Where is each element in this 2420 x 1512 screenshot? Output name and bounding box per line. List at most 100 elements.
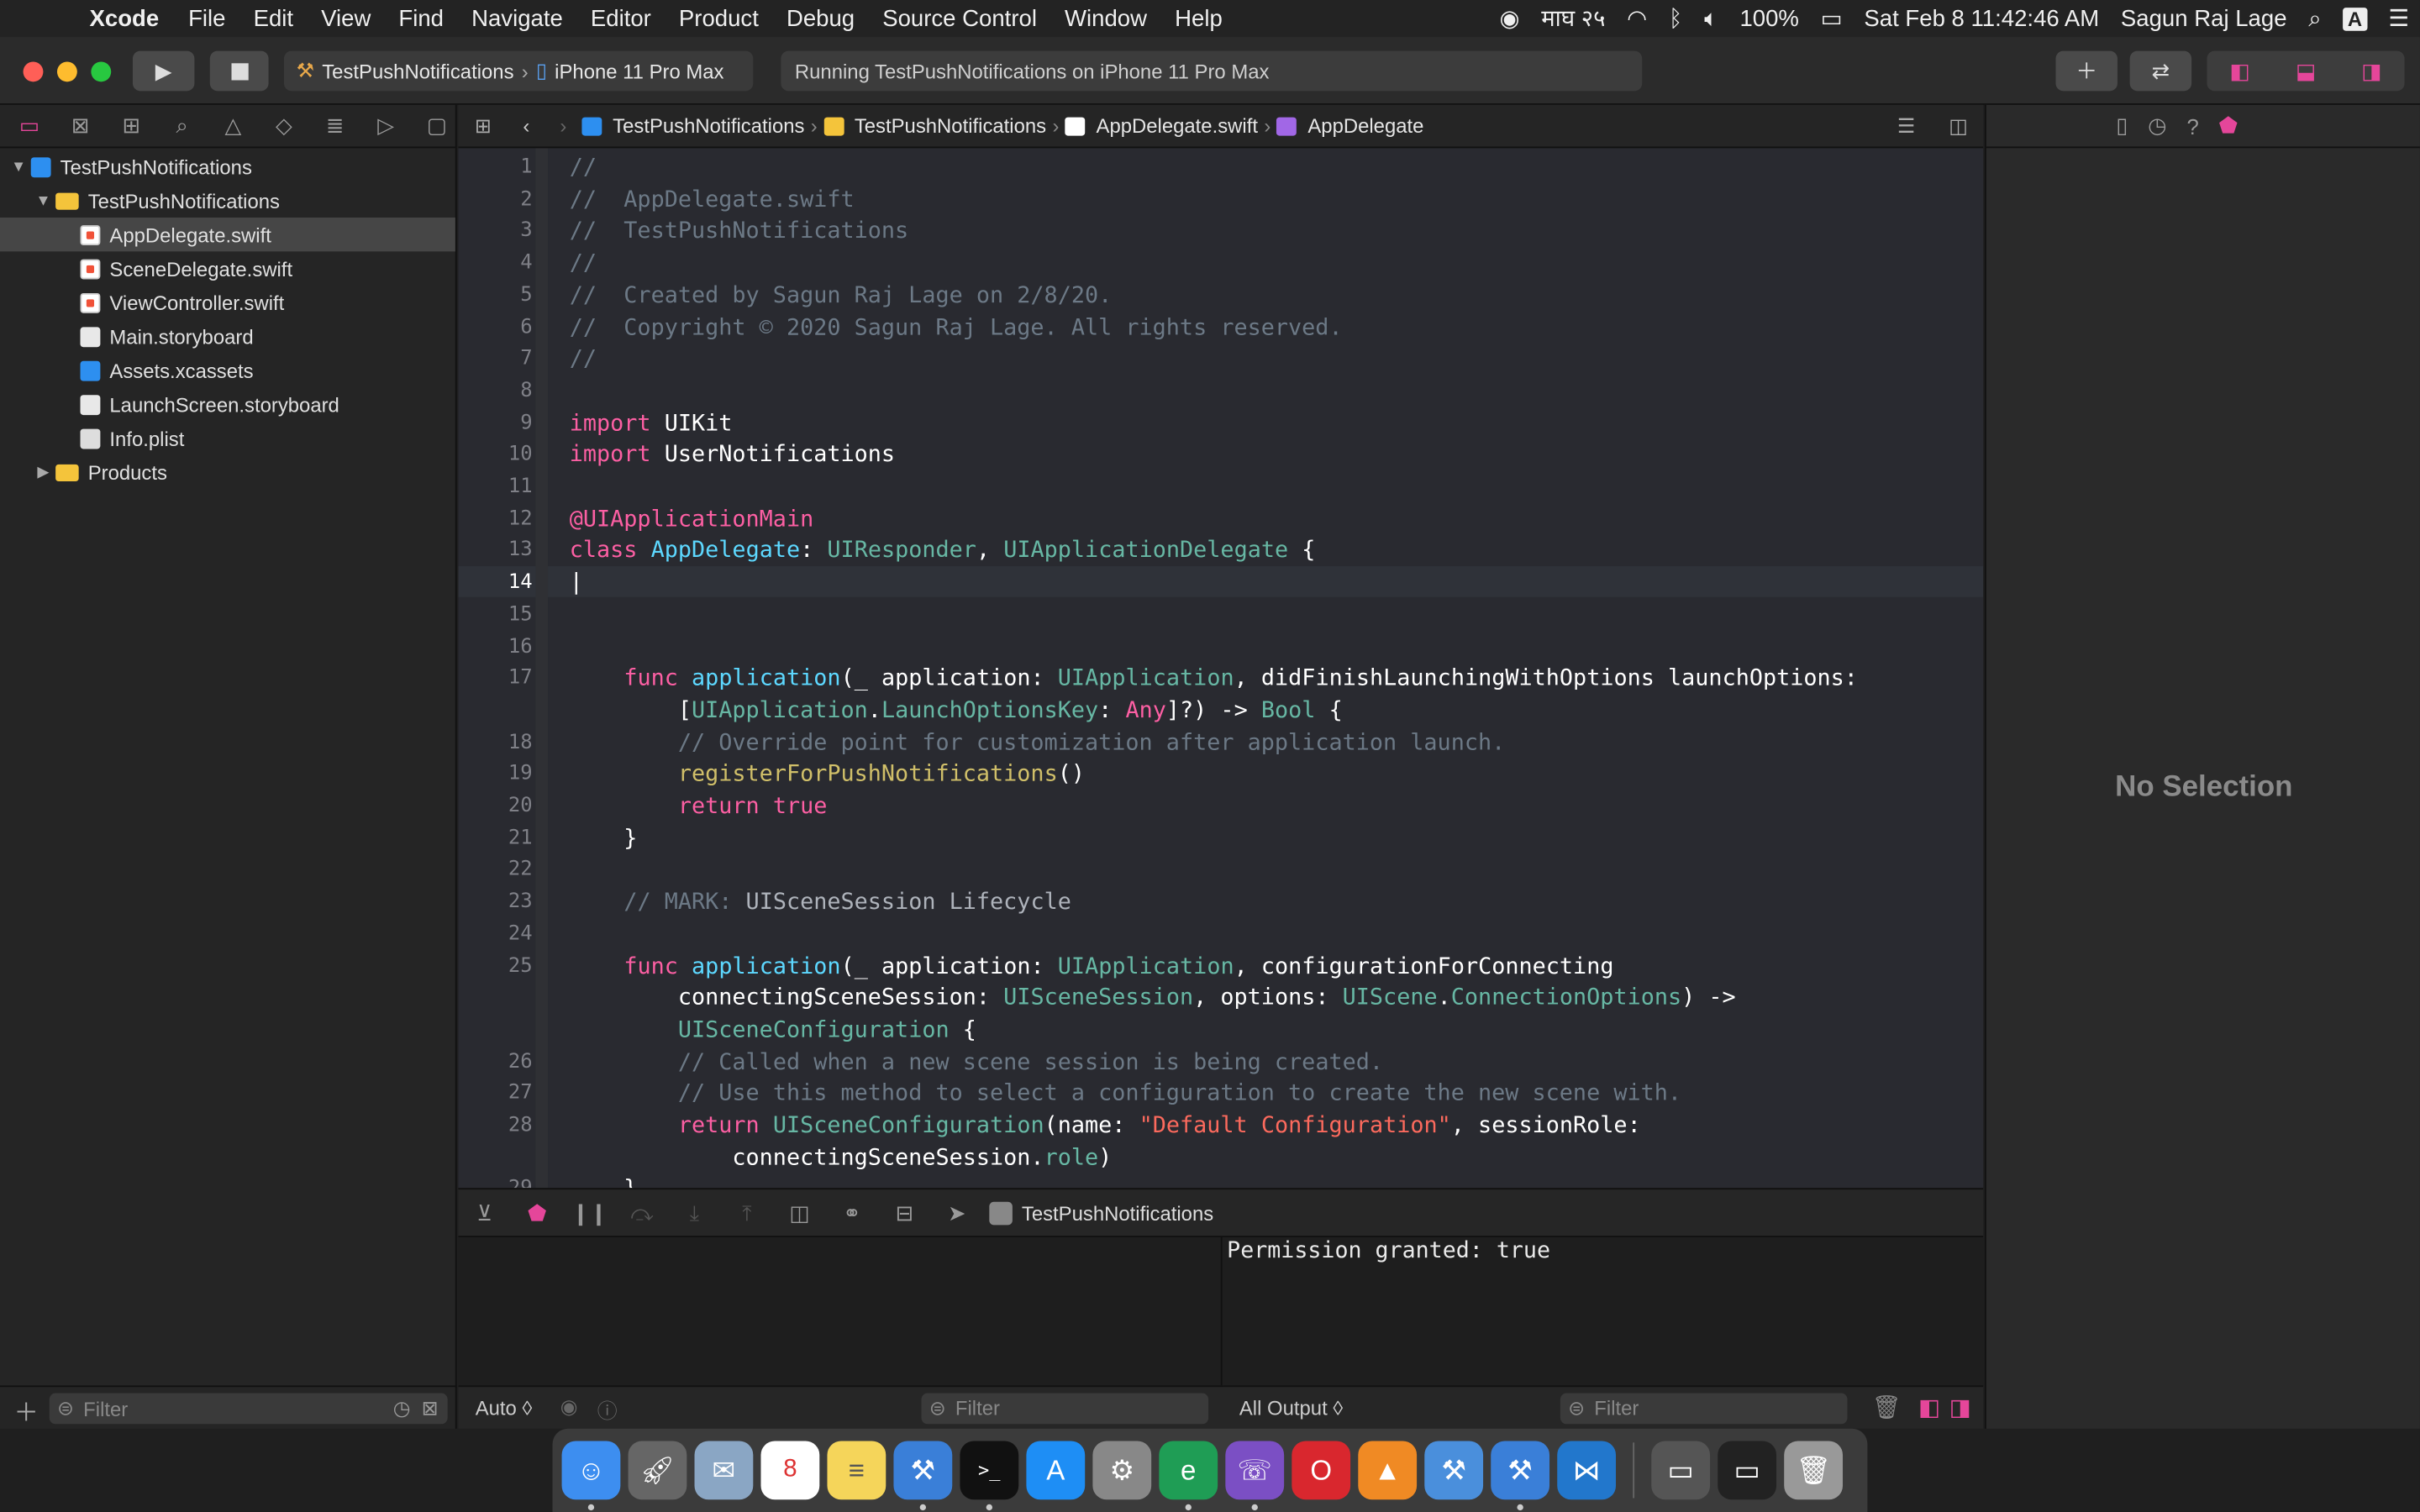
notes-icon[interactable]: ≡ [827, 1441, 886, 1500]
split-view-right-icon[interactable]: ◨ [1949, 1394, 1971, 1420]
code-line[interactable]: return true [570, 793, 828, 819]
user-name[interactable]: Sagun Raj Lage [2110, 5, 2297, 31]
trash-icon[interactable]: 🗑︎ [1784, 1441, 1844, 1500]
edge-dev-icon[interactable]: e [1159, 1441, 1218, 1511]
source-control-icon[interactable]: ⊠ [63, 112, 97, 139]
hide-debug-area-icon[interactable]: ⊻ [458, 1200, 510, 1226]
auto-selector[interactable]: Auto ◊ [476, 1396, 533, 1420]
code-line[interactable]: // AppDelegate.swift [570, 186, 855, 213]
test-icon[interactable]: ◇ [267, 112, 301, 139]
pause-icon[interactable]: ❙❙ [563, 1200, 615, 1226]
downloads-stack-icon[interactable]: ▭ [1651, 1441, 1711, 1500]
scheme-selector[interactable]: ⚒ TestPushNotifications › ▯ iPhone 11 Pr… [283, 50, 754, 92]
code-line[interactable]: import UserNotifications [570, 442, 895, 468]
code-line[interactable]: | [570, 570, 583, 596]
navigator-item[interactable]: ViewController.swift [0, 286, 455, 319]
menu-source-control[interactable]: Source Control [869, 5, 1051, 31]
warning-icon[interactable]: △ [216, 112, 250, 139]
folder-icon[interactable]: ▭ [13, 112, 46, 139]
screenshot-stack-icon[interactable]: ▭ [1718, 1441, 1777, 1500]
code-line[interactable]: // Use this method to select a configura… [570, 1080, 1681, 1106]
attributes-inspector-icon[interactable]: ⬟ [2219, 113, 2238, 139]
menu-debug[interactable]: Debug [772, 5, 868, 31]
battery-icon[interactable]: ▭ [1810, 5, 1854, 32]
code-line[interactable]: class AppDelegate: UIResponder, UIApplic… [570, 538, 1316, 564]
instruments-icon[interactable]: ⚒ [1424, 1441, 1484, 1500]
code-line[interactable]: // Created by Sagun Raj Lage on 2/8/20. [570, 282, 1113, 308]
code-area[interactable]: 1 // 2 // AppDelegate.swift 3 // TestPushNoti… [458, 148, 1984, 1189]
variables-filter-input[interactable]: ⊜ Filter [921, 1393, 1209, 1425]
input-source[interactable]: A [2333, 5, 2378, 31]
menu-view[interactable]: View [308, 5, 385, 31]
menu-edit[interactable]: Edit [239, 5, 308, 31]
recent-files-icon[interactable]: ◷ [393, 1396, 411, 1420]
code-line[interactable]: registerForPushNotifications() [570, 761, 1085, 787]
navigator-item[interactable]: ▶ Products [0, 455, 455, 489]
calendar-icon[interactable]: 8 [760, 1441, 820, 1500]
navigator-item[interactable]: Info.plist [0, 421, 455, 454]
report-icon[interactable]: ▢ [420, 112, 454, 139]
location-icon[interactable]: ➤ [931, 1200, 983, 1226]
battery-percent[interactable]: 100% [1729, 5, 1810, 31]
code-line[interactable]: connectingSceneSession.role) [570, 1144, 1112, 1170]
navigator-item[interactable]: Assets.xcassets [0, 354, 455, 387]
navigator-item[interactable]: Main.storyboard [0, 319, 455, 353]
notification-center-icon[interactable]: ☰ [2378, 5, 2420, 32]
code-line[interactable]: // TestPushNotifications [570, 218, 908, 244]
console-output[interactable]: Permission granted: true [1223, 1237, 1984, 1386]
split-editor-icon[interactable]: ◫ [1949, 113, 1968, 138]
finder-icon[interactable]: ☺ [561, 1441, 621, 1511]
adjust-editor-icon[interactable]: ☰ [1897, 113, 1915, 138]
trash-icon[interactable]: 🗑︎ [1872, 1394, 1902, 1420]
toggle-debug-area-icon[interactable]: ⬓ [2296, 58, 2316, 84]
code-line[interactable]: // [570, 250, 597, 276]
disclosure-icon[interactable]: ▼ [6, 158, 30, 175]
menu-file[interactable]: File [175, 5, 239, 31]
code-line[interactable]: // MARK: UISceneSession Lifecycle [570, 889, 1071, 915]
code-line[interactable]: // Override point for customization afte… [570, 729, 1505, 755]
find-icon[interactable]: ⌕ [166, 112, 199, 139]
memory-graph-icon[interactable]: ⚭ [826, 1200, 878, 1226]
code-line[interactable]: // [570, 346, 597, 372]
variables-view[interactable] [458, 1237, 1223, 1386]
history-inspector-icon[interactable]: ◷ [2148, 113, 2166, 139]
code-line[interactable]: import UIKit [570, 410, 733, 436]
view-hierarchy-icon[interactable]: ◫ [773, 1200, 825, 1226]
close-window-button[interactable] [23, 61, 44, 82]
code-line[interactable]: // Called when a new scene session is be… [570, 1048, 1383, 1074]
code-line[interactable]: UISceneConfiguration { [570, 1016, 976, 1042]
code-line[interactable]: connectingSceneSession: UISceneSession, … [570, 984, 1736, 1011]
spotlight-icon[interactable]: ⌕ [2297, 5, 2332, 31]
navigator-filter-input[interactable]: ⊜ Filter ◷ ⊠ [49, 1393, 448, 1425]
code-line[interactable]: [UIApplication.LaunchOptionsKey: Any]?) … [570, 697, 1343, 723]
code-line[interactable]: func application(_ application: UIApplic… [570, 665, 1858, 691]
menu-help[interactable]: Help [1161, 5, 1237, 31]
symbol-icon[interactable]: ⊞ [114, 112, 148, 139]
run-button[interactable]: ▶ [132, 50, 195, 92]
quick-look-icon[interactable]: ◉ [560, 1394, 578, 1419]
code-line[interactable]: func application(_ application: UIApplic… [570, 953, 1613, 979]
vlc-icon[interactable]: ▲ [1358, 1441, 1418, 1500]
code-line[interactable]: } [570, 825, 637, 851]
menu-window[interactable]: Window [1051, 5, 1161, 31]
navigator-item[interactable]: SceneDelegate.swift [0, 251, 455, 285]
info-icon[interactable]: ⓘ [597, 1394, 618, 1424]
xcode-icon[interactable]: ⚒ [893, 1441, 953, 1511]
code-line[interactable]: return UISceneConfiguration(name: "Defau… [570, 1112, 1641, 1138]
output-selector[interactable]: All Output ◊ [1239, 1396, 1343, 1420]
code-line[interactable]: // [570, 155, 597, 181]
navigator-item[interactable]: LaunchScreen.storyboard [0, 387, 455, 421]
toggle-navigator-icon[interactable]: ◧ [2229, 58, 2249, 84]
vscode-icon[interactable]: ⋈ [1557, 1441, 1617, 1500]
library-button[interactable]: ＋ [2055, 50, 2118, 92]
forward-arrow-icon[interactable]: › [544, 114, 581, 138]
opera-icon[interactable]: O [1292, 1441, 1351, 1500]
navigator-item[interactable]: ▼ TestPushNotifications [0, 150, 455, 183]
environment-icon[interactable]: ⊟ [878, 1200, 930, 1226]
menu-find[interactable]: Find [385, 5, 458, 31]
breadcrumb-item[interactable]: TestPushNotifications [613, 114, 804, 138]
back-arrow-icon[interactable]: ‹ [508, 114, 544, 138]
code-line[interactable]: } [570, 1176, 637, 1188]
step-over-icon[interactable]: ⤼ [616, 1200, 668, 1226]
code-line[interactable]: @UIApplicationMain [570, 506, 813, 532]
